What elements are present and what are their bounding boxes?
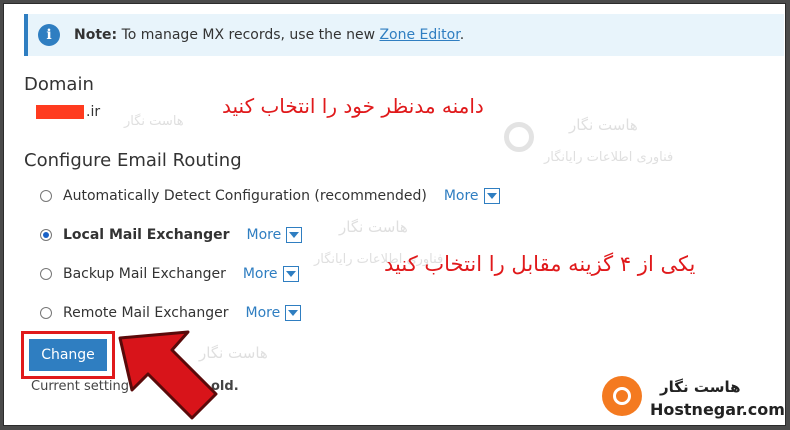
change-button-highlight: Change	[21, 331, 115, 379]
more-link[interactable]: More	[246, 305, 281, 321]
watermark-brand: هاست نگار	[569, 116, 638, 134]
radio-backup-mail-exchanger[interactable]	[40, 268, 52, 280]
radio-auto-detect[interactable]	[40, 190, 52, 202]
brand-name-en: Hostnegar.com	[650, 400, 785, 419]
option-local-mail-exchanger[interactable]: Local Mail Exchanger More	[40, 227, 303, 243]
more-link[interactable]: More	[243, 266, 278, 282]
zone-editor-link[interactable]: Zone Editor	[379, 27, 459, 43]
redacted-domain	[36, 105, 84, 119]
option-auto-detect[interactable]: Automatically Detect Configuration (reco…	[40, 188, 500, 204]
caret-down-icon[interactable]	[285, 305, 302, 321]
hostnegar-logo	[602, 376, 642, 416]
note-end: .	[459, 27, 465, 43]
arrow-shape	[118, 330, 218, 420]
change-button[interactable]: Change	[29, 339, 107, 371]
caret-down-icon[interactable]	[282, 266, 299, 282]
more-link[interactable]: More	[247, 227, 282, 243]
caret-down-icon[interactable]	[483, 188, 500, 204]
option-label: Remote Mail Exchanger	[63, 305, 229, 321]
watermark-tagline: فناوری اطلاعات رایانگار	[544, 150, 674, 165]
watermark-logo-icon	[504, 122, 534, 152]
domain-heading: Domain	[24, 74, 94, 95]
option-remote-mail-exchanger[interactable]: Remote Mail Exchanger More	[40, 305, 302, 321]
option-backup-mail-exchanger[interactable]: Backup Mail Exchanger More	[40, 266, 299, 282]
note-body: To manage MX records, use the new	[121, 27, 376, 43]
watermark-brand: هاست نگار	[339, 218, 408, 236]
domain-value[interactable]: .ir	[36, 104, 100, 120]
routing-heading: Configure Email Routing	[24, 150, 242, 171]
screenshot-frame: هاست نگار فناوری اطلاعات رایانگار هاست ن…	[3, 3, 786, 426]
watermark-brand: هاست نگار	[124, 114, 184, 129]
option-label: Local Mail Exchanger	[63, 227, 230, 243]
red-arrow-icon	[118, 330, 218, 420]
annotation-select-option: یکی از ۴ گزینه مقابل را انتخاب کنید	[384, 252, 696, 276]
more-link[interactable]: More	[444, 188, 479, 204]
info-icon: i	[38, 24, 60, 46]
domain-tld: .ir	[86, 104, 101, 120]
note-label: Note:	[74, 27, 118, 43]
annotation-select-domain: دامنه مدنظر خود را انتخاب کنید	[222, 94, 484, 118]
note-banner: i Note: To manage MX records, use the ne…	[24, 14, 784, 56]
note-text: Note: To manage MX records, use the new …	[74, 27, 464, 43]
option-label: Automatically Detect Configuration (reco…	[63, 188, 427, 204]
caret-down-icon[interactable]	[286, 227, 303, 243]
radio-local-mail-exchanger[interactable]	[40, 229, 52, 241]
option-label: Backup Mail Exchanger	[63, 266, 226, 282]
radio-remote-mail-exchanger[interactable]	[40, 307, 52, 319]
brand-name-fa: هاست نگار	[660, 378, 741, 396]
